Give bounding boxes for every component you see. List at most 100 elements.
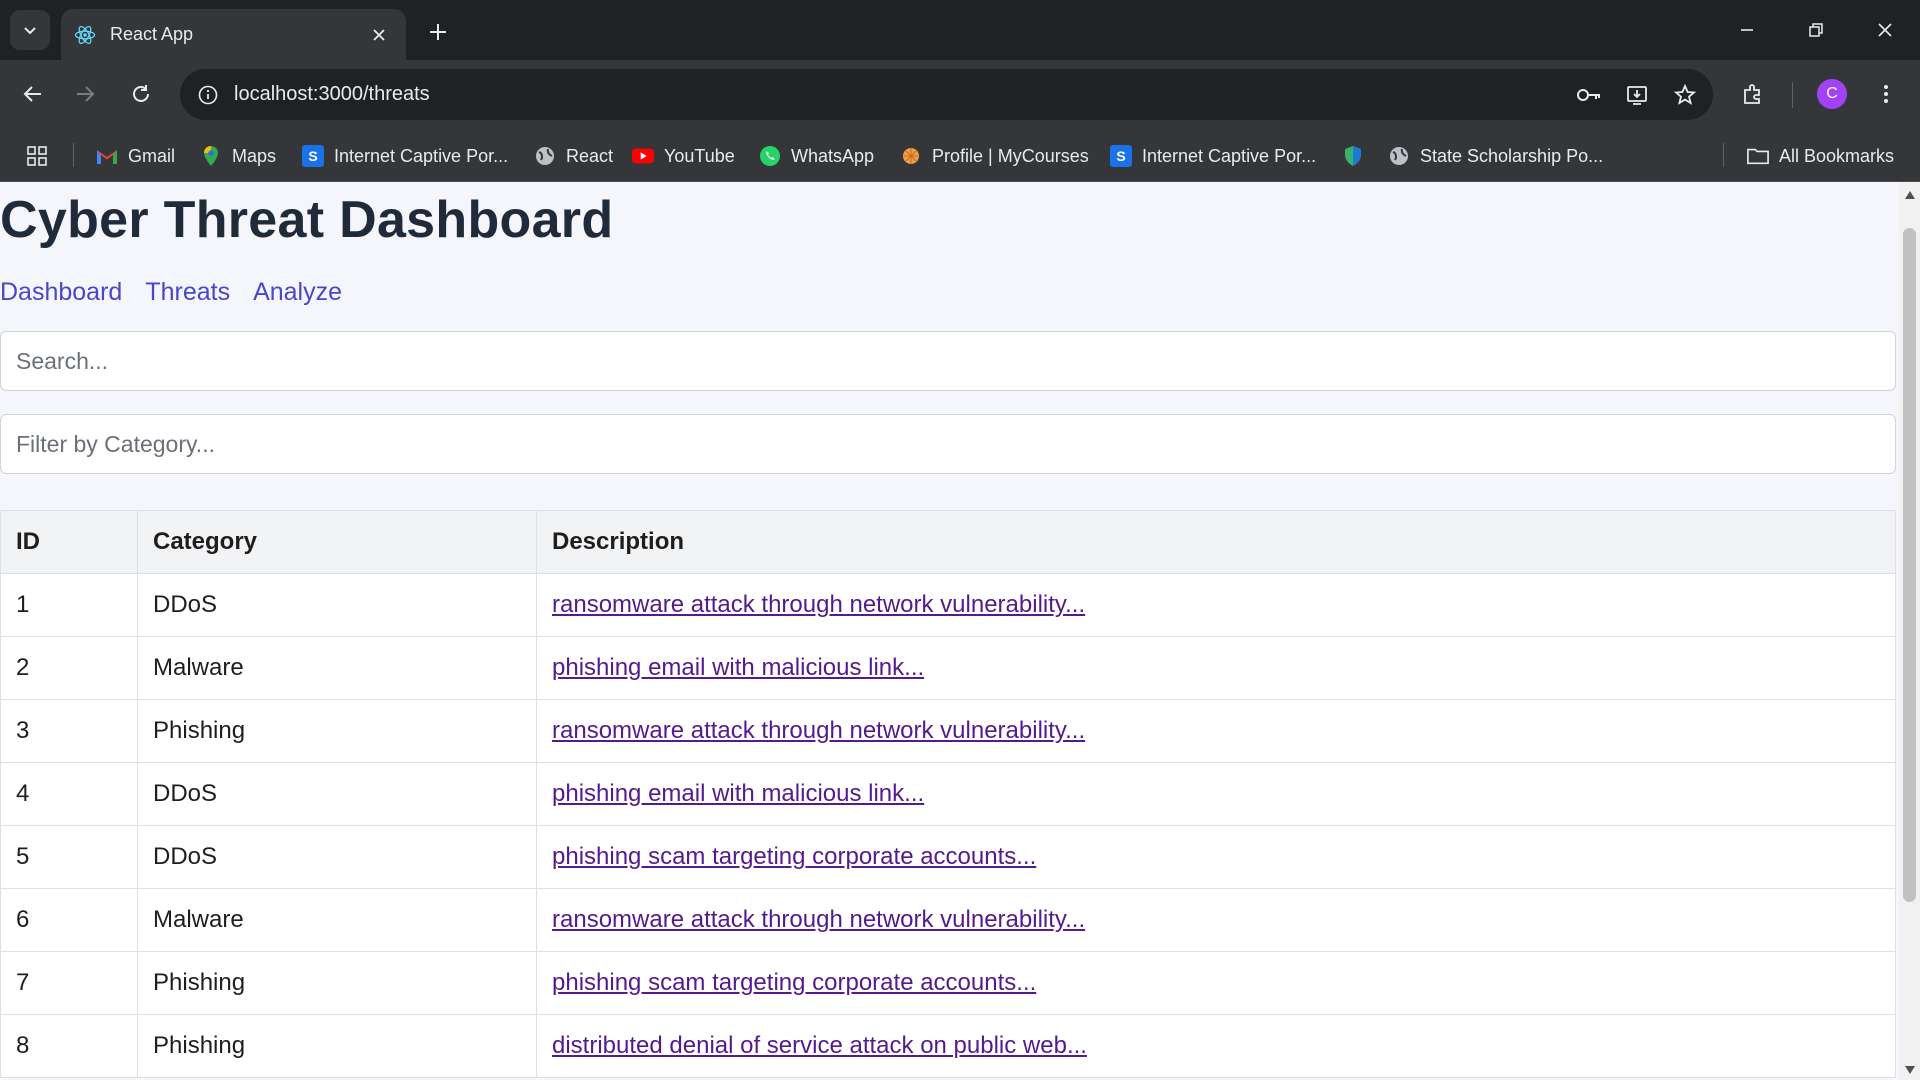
description-link[interactable]: phishing email with malicious link... [552,780,924,807]
cell-id: 5 [0,825,138,889]
description-link[interactable]: ransomware attack through network vulner… [552,591,1085,618]
table-header-row: ID Category Description [0,510,1896,574]
threats-table: ID Category Description 1 DDoS ransomwar… [0,510,1896,1078]
browser-tab[interactable]: React App [61,9,406,60]
plus-icon [430,24,446,40]
bookmarks-divider [1723,143,1724,167]
cell-category: Phishing [137,951,537,1015]
search-input[interactable] [0,331,1896,391]
nav-link-dashboard[interactable]: Dashboard [0,278,122,307]
bookmark-label: WhatsApp [791,145,875,166]
s-icon: S [302,145,324,167]
bookmark-star-icon[interactable] [1665,75,1705,115]
cell-category: Malware [137,636,537,700]
description-link[interactable]: distributed denial of service attack on … [552,1032,1087,1059]
description-link[interactable]: phishing scam targeting corporate accoun… [552,969,1036,996]
restore-button[interactable] [1791,10,1841,50]
cell-category: DDoS [137,825,537,889]
profile-avatar[interactable]: C [1817,79,1847,109]
cell-id: 8 [0,1014,138,1078]
back-button[interactable] [12,73,54,115]
reload-button[interactable] [120,73,162,115]
bookmark-label: Profile | MyCourses [932,145,1089,166]
bookmark-state-scholarship[interactable]: State Scholarship Po... [1388,141,1603,171]
bookmark-whatsapp[interactable]: WhatsApp [759,141,874,171]
url-text[interactable]: localhost:3000/threats [234,83,1569,106]
bookmark-gmail[interactable]: Gmail [96,141,175,171]
bookmark-label: State Scholarship Po... [1420,145,1604,166]
vertical-scrollbar[interactable] [1899,182,1920,1080]
cell-description: ransomware attack through network vulner… [536,888,1896,952]
apps-button[interactable] [26,141,48,171]
column-header-description: Description [536,510,1896,574]
column-header-category: Category [137,510,537,574]
puzzle-icon [1744,84,1760,104]
bookmark-react[interactable]: React [534,141,613,171]
nav-link-analyze[interactable]: Analyze [253,278,342,307]
cell-description: phishing scam targeting corporate accoun… [536,951,1896,1015]
main-nav: Dashboard Threats Analyze [0,278,365,307]
bookmark-youtube[interactable]: YouTube [632,141,735,171]
s-icon: S [1110,145,1132,167]
minimize-button[interactable] [1722,10,1772,50]
nav-link-threats[interactable]: Threats [145,278,230,307]
reload-icon [133,85,149,102]
scrollbar-thumb[interactable] [1903,228,1916,902]
description-link[interactable]: phishing scam targeting corporate accoun… [552,843,1036,870]
table-row: 2 Malware phishing email with malicious … [0,636,1896,700]
toolbar-divider [1792,82,1793,108]
cell-category: Phishing [137,699,537,763]
page-title: Cyber Threat Dashboard [0,191,614,249]
scroll-up-arrow-icon[interactable] [1903,188,1916,201]
cell-description: phishing scam targeting corporate accoun… [536,825,1896,889]
description-link[interactable]: ransomware attack through network vulner… [552,717,1085,744]
bookmark-mycourses[interactable]: Profile | MyCourses [900,141,1089,171]
description-link[interactable]: ransomware attack through network vulner… [552,906,1085,933]
close-icon [1878,23,1892,37]
kebab-menu-icon [1884,85,1888,103]
bookmark-captive-portal-2[interactable]: S Internet Captive Por... [1110,141,1316,171]
new-tab-button[interactable] [420,14,456,50]
close-window-button[interactable] [1860,10,1910,50]
extensions-button[interactable] [1732,73,1774,115]
gmail-icon [96,145,118,167]
address-bar[interactable]: localhost:3000/threats [180,69,1713,120]
site-info-icon[interactable] [192,79,224,111]
cell-description: distributed denial of service attack on … [536,1014,1896,1078]
description-link[interactable]: phishing email with malicious link... [552,654,924,681]
page-viewport: Cyber Threat Dashboard Dashboard Threats… [0,182,1920,1080]
bookmark-label: React [566,145,614,166]
close-tab-icon[interactable] [364,20,394,50]
bookmarks-bar: Gmail Maps S Internet Captive Por... Rea… [0,129,1920,182]
restore-icon [1809,23,1823,37]
globe-icon [534,145,556,167]
youtube-icon [632,145,654,167]
shield-icon [1342,145,1364,167]
tab-title: React App [110,24,194,44]
cell-id: 4 [0,762,138,826]
scroll-down-arrow-icon[interactable] [1903,1063,1916,1076]
password-key-icon[interactable] [1569,75,1609,115]
menu-button[interactable] [1865,73,1907,115]
bookmark-label: YouTube [664,145,735,166]
minimize-icon [1741,29,1753,31]
maps-icon [200,145,222,167]
category-filter-input[interactable] [0,414,1896,474]
cell-id: 7 [0,951,138,1015]
apps-grid-icon [27,146,47,166]
all-bookmarks-button[interactable]: All Bookmarks [1747,141,1894,171]
cell-category: Phishing [137,1014,537,1078]
install-app-icon[interactable] [1617,75,1657,115]
tab-search-button[interactable] [10,10,50,50]
cell-id: 6 [0,888,138,952]
cell-category: DDoS [137,762,537,826]
bookmark-shield[interactable] [1342,141,1374,171]
bookmark-captive-portal[interactable]: S Internet Captive Por... [302,141,508,171]
bookmark-maps[interactable]: Maps [200,141,276,171]
cell-id: 1 [0,573,138,637]
forward-button[interactable] [64,73,106,115]
column-header-id: ID [0,510,138,574]
whatsapp-icon [759,145,781,167]
cell-description: phishing email with malicious link... [536,762,1896,826]
table-row: 8 Phishing distributed denial of service… [0,1014,1896,1078]
